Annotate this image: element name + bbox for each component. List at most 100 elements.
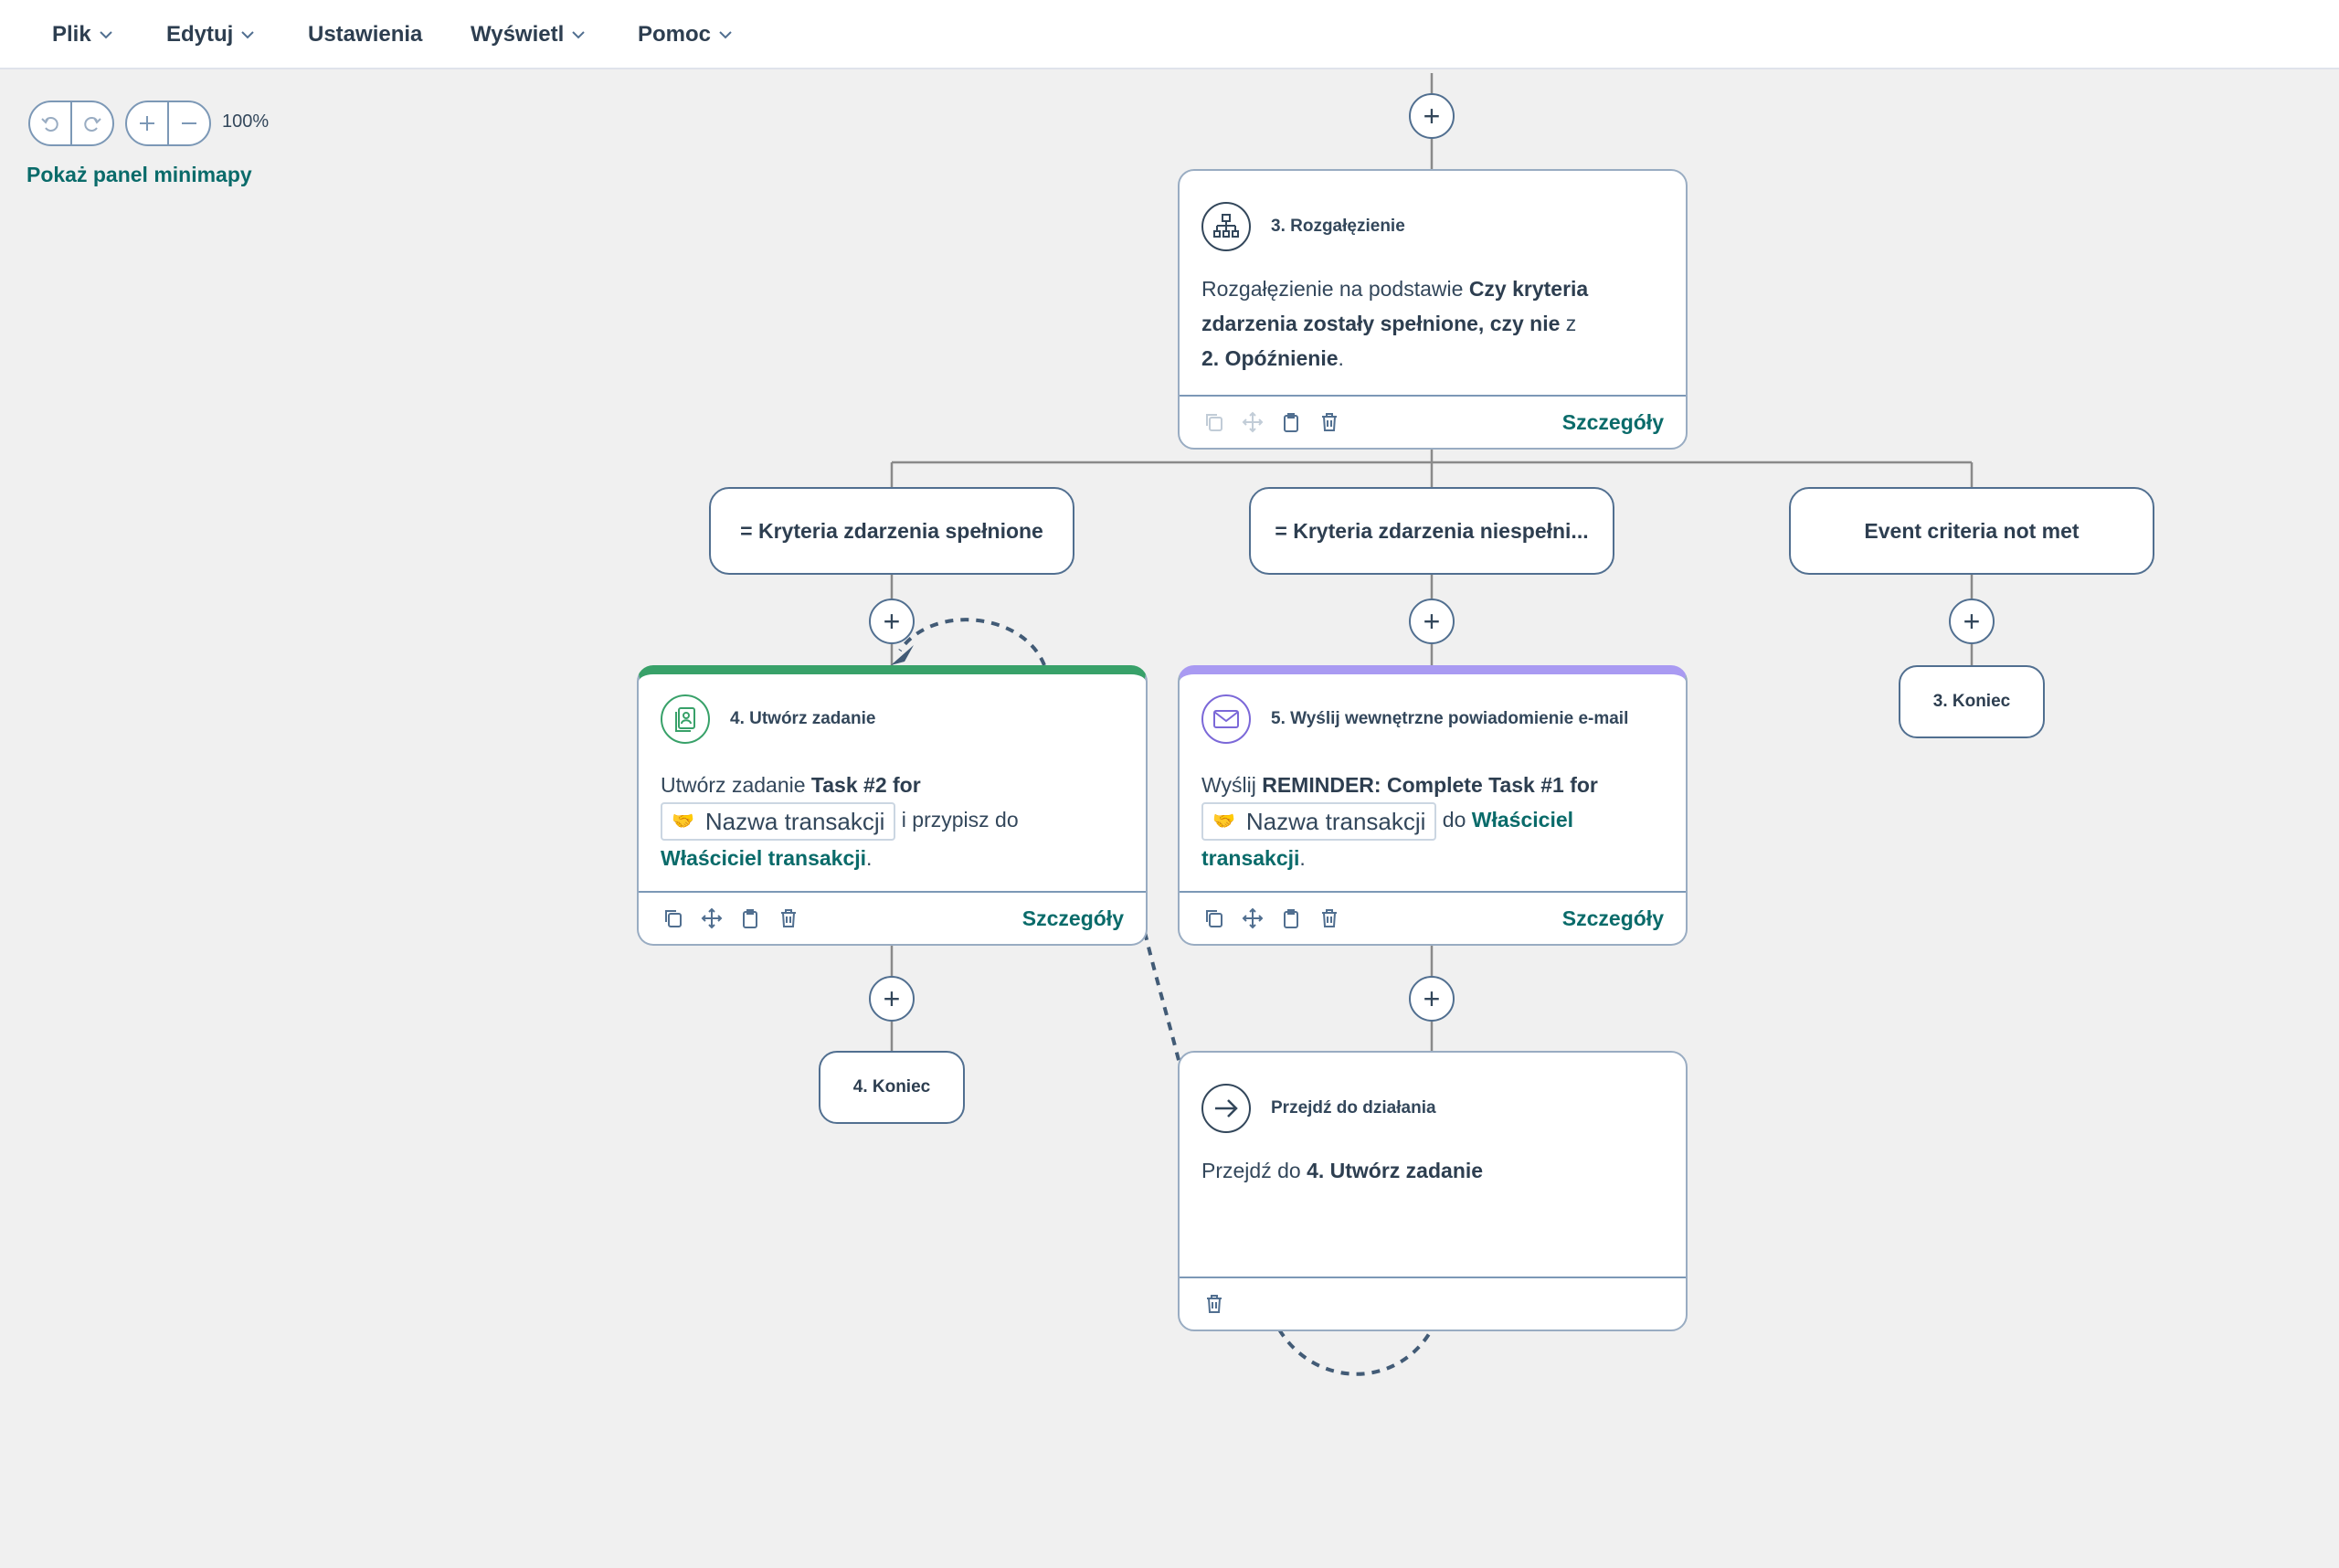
card-footer: Szczegóły <box>639 891 1146 944</box>
card-title: 3. Rozgałęzienie <box>1271 217 1405 236</box>
description-text: Przejdź do <box>1201 1159 1307 1182</box>
trash-icon <box>1322 909 1337 927</box>
show-minimap-link[interactable]: Pokaż panel minimapy <box>26 163 252 187</box>
connector-lines <box>890 73 1974 1376</box>
card-header: 5. Wyślij wewnętrzne powiadomienie e-mai… <box>1201 694 1628 744</box>
copy-icon <box>665 910 682 927</box>
add-action-button[interactable]: + <box>1409 976 1455 1022</box>
delete-button[interactable] <box>1201 1291 1227 1317</box>
arrow-right-icon <box>1201 1084 1251 1133</box>
redo-icon <box>84 117 101 132</box>
menu-view[interactable]: Wyświetl <box>471 0 586 69</box>
copy-button[interactable] <box>1201 906 1227 931</box>
delete-button[interactable] <box>1317 409 1342 435</box>
clipboard-icon <box>1284 909 1298 928</box>
email-icon <box>1201 694 1251 744</box>
redo-button[interactable] <box>70 102 112 144</box>
branch-label-criteria-not-met[interactable]: = Kryteria zdarzenia niespełni... <box>1249 487 1614 575</box>
copy-icon <box>1206 414 1222 431</box>
undo-button[interactable] <box>30 102 70 144</box>
menu-view-label: Wyświetl <box>471 22 565 47</box>
card-description: Wyślij REMINDER: Complete Task #1 for 🤝 N… <box>1201 768 1664 875</box>
deal-owner-link[interactable]: Właściciel transakcji <box>661 846 866 870</box>
description-text: . <box>866 846 873 870</box>
move-button[interactable] <box>1240 409 1265 435</box>
menu-settings-label: Ustawienia <box>308 22 423 47</box>
description-text: . <box>1338 346 1344 370</box>
details-link[interactable]: Szczegóły <box>1562 906 1664 931</box>
paste-button[interactable] <box>1278 409 1304 435</box>
description-text: do <box>1436 808 1472 832</box>
move-icon <box>701 907 723 929</box>
delete-button[interactable] <box>1317 906 1342 931</box>
add-action-button[interactable]: + <box>1409 93 1455 139</box>
end-node[interactable]: 4. Koniec <box>819 1051 965 1124</box>
history-controls <box>28 101 114 146</box>
create-task-card[interactable]: 4. Utwórz zadanie Utwórz zadanie Task #2… <box>637 665 1148 946</box>
branch-icon <box>1201 202 1251 251</box>
card-footer <box>1180 1277 1686 1330</box>
card-description: Przejdź do 4. Utwórz zadanie <box>1201 1153 1664 1188</box>
clipboard-icon <box>743 909 757 928</box>
zoom-in-icon <box>140 116 154 131</box>
goto-action-card[interactable]: Przejdź do działania Przejdź do 4. Utwór… <box>1178 1051 1688 1331</box>
paste-button[interactable] <box>1278 906 1304 931</box>
chevron-down-icon <box>240 27 255 42</box>
menu-help-label: Pomoc <box>638 22 712 47</box>
branch-label-event-criteria-not-met[interactable]: Event criteria not met <box>1789 487 2154 575</box>
zoom-controls <box>125 101 211 146</box>
card-footer: Szczegóły <box>1180 891 1686 944</box>
description-text: i przypisz do <box>895 808 1019 832</box>
zoom-out-button[interactable] <box>167 102 209 144</box>
card-header: 3. Rozgałęzienie <box>1201 202 1405 251</box>
deal-name-token: 🤝 Nazwa transakcji <box>1201 802 1437 841</box>
zoom-out-icon <box>182 122 196 124</box>
referenced-action: 2. Opóźnienie <box>1201 346 1339 370</box>
add-action-button[interactable]: + <box>1949 599 1995 644</box>
description-text: z <box>1560 312 1577 335</box>
details-link[interactable]: Szczegóły <box>1022 906 1124 931</box>
branch-label-criteria-met[interactable]: = Kryteria zdarzenia spełnione <box>709 487 1074 575</box>
add-action-button[interactable]: + <box>869 599 915 644</box>
details-link[interactable]: Szczegóły <box>1562 410 1664 435</box>
delete-button[interactable] <box>776 906 801 931</box>
card-description: Rozgałęzienie na podstawie Czy kryteria … <box>1201 271 1664 376</box>
goto-target: 4. Utwórz zadanie <box>1307 1159 1484 1182</box>
card-title: Przejdź do działania <box>1271 1098 1436 1118</box>
end-node[interactable]: 3. Koniec <box>1899 665 2045 738</box>
add-action-button[interactable]: + <box>869 976 915 1022</box>
chevron-down-icon <box>99 27 113 42</box>
description-text: Rozgałęzienie na podstawie <box>1201 277 1469 301</box>
move-button[interactable] <box>1240 906 1265 931</box>
add-action-button[interactable]: + <box>1409 599 1455 644</box>
card-header: Przejdź do działania <box>1201 1084 1436 1133</box>
clipboard-icon <box>1284 413 1298 432</box>
handshake-icon: 🤝 <box>672 811 694 832</box>
description-text: Wyślij <box>1201 773 1263 797</box>
menu-help[interactable]: Pomoc <box>638 0 733 69</box>
branch-action-card[interactable]: 3. Rozgałęzienie Rozgałęzienie na podsta… <box>1178 169 1688 450</box>
email-subject: REMINDER: Complete Task #1 for <box>1262 773 1598 797</box>
copy-button[interactable] <box>1201 409 1227 435</box>
paste-button[interactable] <box>737 906 763 931</box>
card-description: Utwórz zadanie Task #2 for 🤝 Nazwa transa… <box>661 768 1124 875</box>
deal-owner-link[interactable]: transakcji <box>1201 846 1299 870</box>
chevron-down-icon <box>571 27 586 42</box>
send-email-card[interactable]: 5. Wyślij wewnętrzne powiadomienie e-mai… <box>1178 665 1688 946</box>
card-title: 5. Wyślij wewnętrzne powiadomienie e-mai… <box>1271 709 1629 728</box>
description-text: Utwórz zadanie <box>661 773 811 797</box>
deal-owner-link[interactable]: Właściciel <box>1472 808 1573 832</box>
zoom-in-button[interactable] <box>127 102 167 144</box>
card-title: 4. Utwórz zadanie <box>730 709 876 728</box>
menu-file[interactable]: Plik <box>52 0 113 69</box>
move-icon <box>1242 907 1264 929</box>
copy-button[interactable] <box>661 906 686 931</box>
menu-edit-label: Edytuj <box>166 22 234 47</box>
menu-edit[interactable]: Edytuj <box>166 0 255 69</box>
task-name: Task #2 for <box>810 773 921 797</box>
move-button[interactable] <box>699 906 725 931</box>
menu-settings[interactable]: Ustawienia <box>308 0 422 69</box>
menu-file-label: Plik <box>52 22 91 47</box>
menubar: Plik Edytuj Ustawienia Wyświetl Pomoc <box>0 0 2339 69</box>
card-header: 4. Utwórz zadanie <box>661 694 875 744</box>
